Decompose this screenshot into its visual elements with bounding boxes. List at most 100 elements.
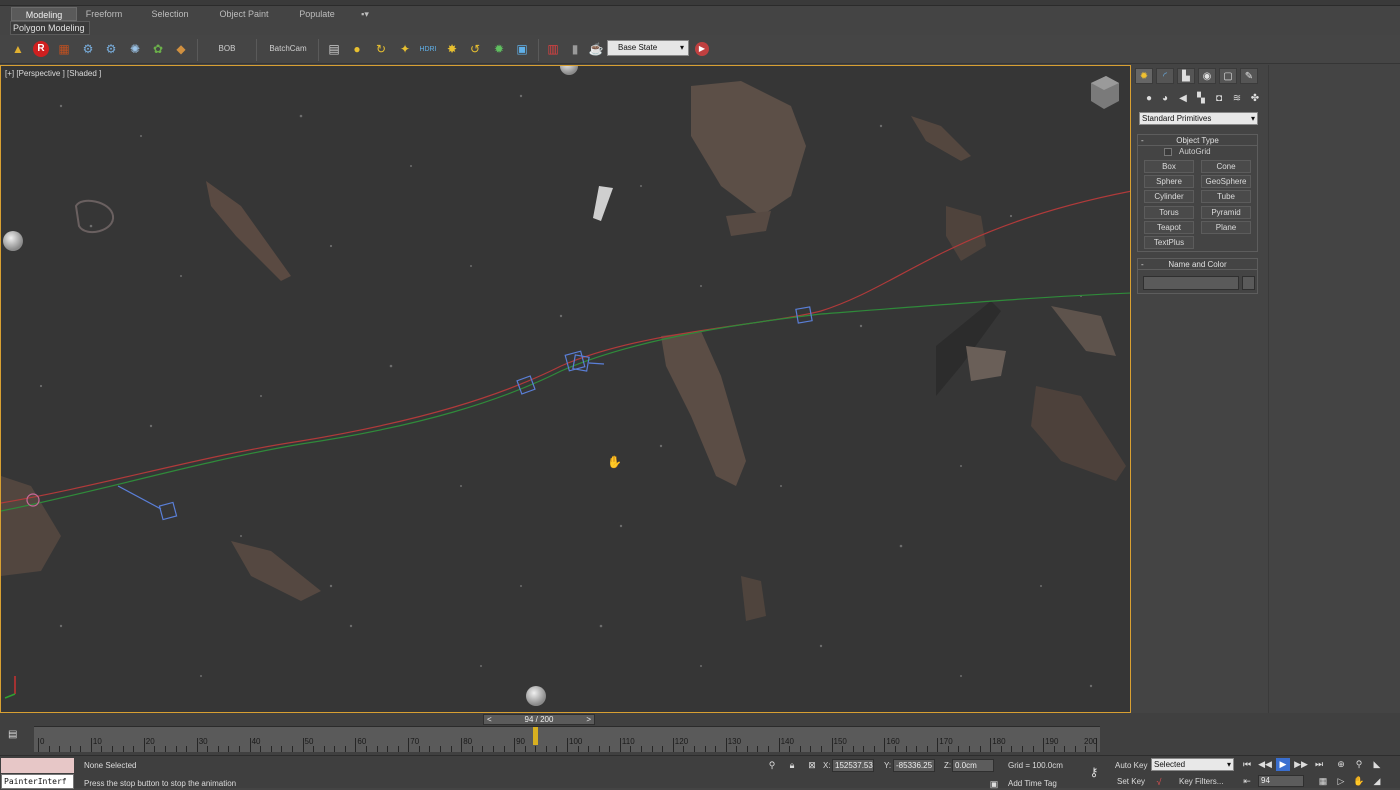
render-setup-icon[interactable]: ▲ xyxy=(8,39,28,59)
tab-modeling[interactable]: Modeling xyxy=(11,7,77,21)
prev-frame-icon[interactable]: ◀◀ xyxy=(1258,758,1272,771)
geometry-icon[interactable]: ● xyxy=(1142,91,1156,105)
maximize-viewport-icon[interactable]: ◢ xyxy=(1370,775,1384,788)
tab-selection[interactable]: Selection xyxy=(140,7,200,21)
hdri-icon[interactable]: ↺ xyxy=(465,39,485,59)
fish-icon[interactable]: ✺ xyxy=(125,39,145,59)
zoom-extents-icon[interactable]: ⊕ xyxy=(1334,758,1348,771)
auto-key-button[interactable]: Auto Key xyxy=(1115,761,1147,770)
tab-populate[interactable]: Populate xyxy=(288,7,346,21)
plane-button[interactable]: Plane xyxy=(1201,221,1251,234)
material-icon[interactable]: ▦ xyxy=(54,39,74,59)
gear-icon[interactable]: ⚙ xyxy=(78,39,98,59)
hdri-icon[interactable]: ▣ xyxy=(512,39,532,59)
play-icon[interactable]: ▶ xyxy=(692,39,712,59)
hdri-icon[interactable]: HDRI xyxy=(418,39,438,59)
current-frame-marker[interactable] xyxy=(533,727,539,745)
maxscript-input[interactable]: PainterInterf xyxy=(1,774,74,789)
time-slider[interactable]: < 94 / 200 > xyxy=(483,714,595,725)
cone-button[interactable]: Cone xyxy=(1201,160,1251,173)
sun-icon[interactable]: ● xyxy=(347,39,367,59)
time-tag-icon[interactable]: ▣ xyxy=(988,778,1000,790)
create-tab-icon[interactable]: ✹ xyxy=(1135,68,1153,84)
layers-icon[interactable]: ▥ xyxy=(543,39,563,59)
torus-button[interactable]: Torus xyxy=(1144,206,1194,219)
next-frame-button[interactable]: > xyxy=(586,715,591,724)
play-stop-button[interactable]: ▶ xyxy=(1276,758,1290,771)
pin-icon[interactable]: ⚲ xyxy=(766,759,778,771)
pyramid-button[interactable]: Pyramid xyxy=(1201,206,1251,219)
y-coordinate-field[interactable]: -85336.25 xyxy=(893,759,935,772)
pan-icon[interactable]: ✋ xyxy=(1352,775,1366,788)
set-key-button[interactable]: Set Key xyxy=(1117,777,1145,786)
textplus-button[interactable]: TextPlus xyxy=(1144,236,1194,249)
motion-tab-icon[interactable]: ◉ xyxy=(1198,68,1216,84)
tab-polygon-modeling[interactable]: Polygon Modeling xyxy=(10,21,90,35)
z-coordinate-field[interactable]: 0.0cm xyxy=(952,759,994,772)
x-coordinate-field[interactable]: 152537.53 xyxy=(832,759,874,772)
frame-ruler[interactable]: 0 10 20 30 40 50 60 70 80 90 100 110 120 130 140 150 160… xyxy=(34,726,1100,752)
go-to-start-icon[interactable]: ⏮ xyxy=(1240,758,1254,771)
ribbon-options-icon[interactable]: ▪▾ xyxy=(356,7,374,21)
hdri-icon[interactable]: ↻ xyxy=(371,39,391,59)
autogrid-checkbox[interactable] xyxy=(1164,148,1172,156)
teapot-button[interactable]: Teapot xyxy=(1144,221,1194,234)
spacewarps-icon[interactable]: ≋ xyxy=(1230,91,1244,105)
prev-frame-button[interactable]: < xyxy=(487,715,492,724)
field-of-view-icon[interactable]: ◣ xyxy=(1370,758,1384,771)
helpers-icon[interactable]: ◘ xyxy=(1212,91,1226,105)
sphere-button[interactable]: Sphere xyxy=(1144,175,1194,188)
absolute-mode-icon[interactable]: ⊠ xyxy=(806,759,818,771)
viewcube-icon[interactable] xyxy=(1091,76,1119,109)
key-icon[interactable]: ⚷ xyxy=(1088,765,1100,779)
lights-icon[interactable]: ◀ xyxy=(1176,91,1190,105)
viewport-label[interactable]: [+] [Perspective ] [Shaded ] xyxy=(5,69,101,78)
state-set-dropdown[interactable]: Base State ▾ xyxy=(607,40,689,56)
hdri-icon[interactable]: ✸ xyxy=(442,39,462,59)
gear-icon[interactable]: ⚙ xyxy=(101,39,121,59)
tube-button[interactable]: Tube xyxy=(1201,190,1251,203)
tab-freeform[interactable]: Freeform xyxy=(78,7,130,21)
set-key-icon[interactable]: √ xyxy=(1153,776,1165,788)
cylinder-button[interactable]: Cylinder xyxy=(1144,190,1194,203)
perspective-viewport[interactable]: ✋ [+] [Perspective ] [Shaded ] xyxy=(0,65,1131,713)
plant-icon[interactable]: ✿ xyxy=(148,39,168,59)
utilities-tab-icon[interactable]: ✎ xyxy=(1240,68,1258,84)
primitive-type-dropdown[interactable]: Standard Primitives ▾ xyxy=(1139,112,1258,125)
current-frame-field[interactable]: 94 xyxy=(1258,775,1304,787)
batchcam-button[interactable]: BatchCam xyxy=(262,40,314,58)
display-tab-icon[interactable]: ▢ xyxy=(1219,68,1237,84)
geosphere-button[interactable]: GeoSphere xyxy=(1201,175,1251,188)
object-name-input[interactable] xyxy=(1143,276,1239,290)
hdri-icon[interactable]: ✹ xyxy=(489,39,509,59)
go-to-end-icon[interactable]: ⏭ xyxy=(1312,758,1326,771)
redshift-icon[interactable]: R xyxy=(31,39,51,59)
name-and-color-header[interactable]: - Name and Color xyxy=(1138,259,1257,270)
lock-icon[interactable]: 🔒︎ xyxy=(786,759,798,771)
key-mode-toggle-icon[interactable]: ⇤ xyxy=(1240,775,1254,788)
systems-icon[interactable]: ✤ xyxy=(1248,91,1262,105)
layers-icon[interactable]: ▮ xyxy=(565,39,585,59)
object-type-header[interactable]: - Object Type xyxy=(1138,135,1257,146)
object-color-swatch[interactable] xyxy=(1242,276,1255,290)
hdri-icon[interactable]: ✦ xyxy=(395,39,415,59)
teapot-icon[interactable]: ☕ xyxy=(586,39,606,59)
next-frame-icon[interactable]: ▶▶ xyxy=(1294,758,1308,771)
modify-tab-icon[interactable]: ◜ xyxy=(1156,68,1174,84)
time-config-icon[interactable]: ▦ xyxy=(1316,775,1330,788)
maxscript-mini-listener[interactable] xyxy=(1,758,74,773)
shapes-icon[interactable]: ◕ xyxy=(1158,91,1172,105)
box-icon[interactable]: ◆ xyxy=(171,39,191,59)
zoom-icon[interactable]: ⚲ xyxy=(1352,758,1366,771)
tab-object-paint[interactable]: Object Paint xyxy=(212,7,276,21)
key-filters-button[interactable]: Key Filters... xyxy=(1179,777,1223,786)
key-mode-dropdown[interactable]: Selected ▾ xyxy=(1151,758,1234,771)
hierarchy-tab-icon[interactable]: ▙ xyxy=(1177,68,1195,84)
bob-button[interactable]: BOB xyxy=(205,40,249,58)
add-time-tag-button[interactable]: Add Time Tag xyxy=(1008,779,1057,788)
table-icon[interactable]: ▤ xyxy=(324,39,344,59)
orbit-icon[interactable]: ▷ xyxy=(1334,775,1348,788)
track-bar-icon[interactable]: ▤ xyxy=(8,729,22,743)
cameras-icon[interactable]: ▚ xyxy=(1194,91,1208,105)
box-button[interactable]: Box xyxy=(1144,160,1194,173)
